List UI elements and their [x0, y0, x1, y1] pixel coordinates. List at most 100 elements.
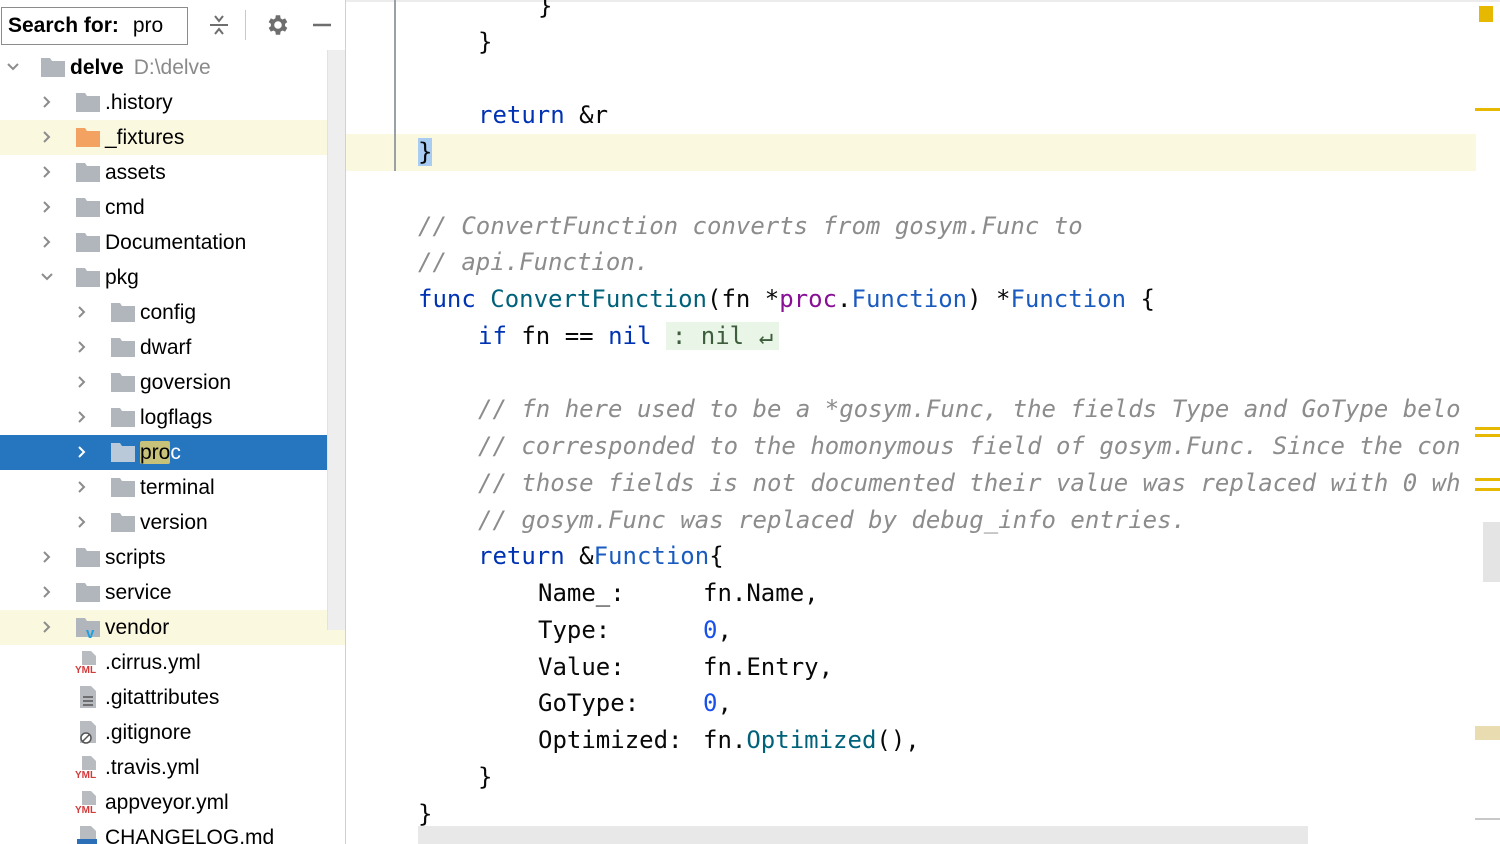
chevron-right-icon[interactable] [75, 515, 89, 529]
tree-folder-item[interactable]: .history [0, 85, 345, 120]
speed-search-popup[interactable]: Search for: pro [1, 7, 188, 45]
chevron-down-icon[interactable] [6, 60, 20, 74]
tree-folder-item[interactable]: proc [0, 435, 345, 470]
chevron-right-icon[interactable] [40, 585, 54, 599]
struct-field-value[interactable]: 0, [703, 612, 732, 648]
struct-field-value[interactable]: 0, [703, 685, 732, 721]
stripe-marker[interactable] [1475, 427, 1500, 430]
warning-indicator-icon[interactable] [1479, 6, 1493, 22]
comment-line[interactable]: // api.Function. [418, 244, 649, 280]
stripe-marker[interactable] [1475, 726, 1500, 740]
struct-field-line[interactable]: Name_: [538, 575, 625, 611]
tree-folder-item[interactable]: terminal [0, 470, 345, 505]
struct-field-value[interactable]: fn.Name, [703, 575, 819, 611]
comment-line[interactable]: // gosym.Func was replaced by debug_info… [478, 502, 1186, 538]
folder-icon [75, 160, 101, 184]
folder-icon [75, 265, 101, 289]
code-line[interactable]: if fn == nil : nil ↵ [478, 318, 780, 354]
yaml-file-icon: YML [75, 650, 101, 676]
tree-folder-item[interactable]: service [0, 575, 345, 610]
code-line[interactable]: return &Function{ [478, 538, 724, 574]
struct-field-value[interactable]: fn.Optimized(), [703, 722, 920, 758]
struct-field-line[interactable]: Optimized: [538, 722, 683, 758]
chevron-right-icon[interactable] [40, 200, 54, 214]
code-line[interactable]: } [478, 24, 492, 60]
fold-guide [394, 0, 396, 171]
struct-field-line[interactable]: Value: [538, 649, 625, 685]
code-line[interactable]: } [478, 759, 492, 795]
chevron-right-icon[interactable] [75, 375, 89, 389]
tree-item-label: proc [140, 440, 181, 465]
folder-icon [75, 545, 101, 569]
func-declaration-line[interactable]: func ConvertFunction(fn *proc.Function) … [418, 281, 1155, 317]
error-stripe[interactable] [1472, 0, 1500, 844]
tree-file-item[interactable]: YML appveyor.yml [0, 785, 345, 820]
folded-inlay-hint[interactable]: : nil ↵ [665, 322, 780, 350]
chevron-right-icon[interactable] [40, 95, 54, 109]
tree-file-item[interactable]: YML .cirrus.yml [0, 645, 345, 680]
comment-line[interactable]: // corresponded to the homonymous field … [478, 428, 1461, 464]
tree-folder-item[interactable]: version [0, 505, 345, 540]
tree-item-label: version [140, 510, 208, 534]
code-line[interactable]: return &r [478, 97, 608, 133]
stripe-marker[interactable] [1475, 818, 1500, 820]
chevron-right-icon[interactable] [40, 165, 54, 179]
tree-folder-item[interactable]: logflags [0, 400, 345, 435]
comment-line[interactable]: // those fields is not documented their … [478, 465, 1461, 501]
chevron-right-icon[interactable] [75, 480, 89, 494]
caret-line-highlight [346, 134, 1476, 171]
chevron-right-icon[interactable] [75, 445, 89, 459]
stripe-marker[interactable] [1475, 478, 1500, 481]
struct-field-value[interactable]: fn.Entry, [703, 649, 833, 685]
minimize-icon[interactable] [307, 10, 337, 40]
chevron-right-icon[interactable] [40, 550, 54, 564]
tree-folder-item[interactable]: pkg [0, 260, 345, 295]
project-tree[interactable]: delve D:\delve .history _fixtures assets cmd D… [0, 50, 345, 844]
chevron-right-icon[interactable] [75, 410, 89, 424]
tree-folder-item[interactable]: cmd [0, 190, 345, 225]
struct-field-line[interactable]: Type: [538, 612, 610, 648]
tree-file-item[interactable]: YML .travis.yml [0, 750, 345, 785]
tree-folder-item[interactable]: config [0, 295, 345, 330]
tree-folder-item[interactable]: goversion [0, 365, 345, 400]
project-tree-scrollbar[interactable] [327, 50, 345, 630]
chevron-right-icon[interactable] [40, 620, 54, 634]
tree-root-item[interactable]: delve D:\delve [0, 50, 345, 85]
project-path: D:\delve [133, 55, 211, 79]
code-line[interactable]: } [418, 134, 433, 170]
tree-folder-item[interactable]: Documentation [0, 225, 345, 260]
chevron-right-icon[interactable] [75, 305, 89, 319]
folder-icon [110, 370, 136, 394]
folder-icon [75, 90, 101, 114]
code-editor[interactable]: } } return &r } // ConvertFunction conve… [346, 0, 1500, 844]
tree-file-item[interactable]: CHANGELOG.md [0, 820, 345, 844]
editor-scrollbar-thumb[interactable] [1483, 522, 1500, 582]
stripe-marker[interactable] [1475, 488, 1500, 491]
horizontal-scrollbar[interactable] [418, 826, 1308, 844]
comment-line[interactable]: // ConvertFunction converts from gosym.F… [418, 208, 1083, 244]
comment-line[interactable]: // fn here used to be a *gosym.Func, the… [478, 391, 1461, 427]
chevron-down-icon[interactable] [40, 270, 54, 284]
tree-item-label-rest: c [170, 440, 181, 464]
code-line[interactable]: } [538, 0, 552, 24]
struct-field-line[interactable]: GoType: [538, 685, 639, 721]
tree-folder-item[interactable]: assets [0, 155, 345, 190]
gear-icon[interactable] [262, 10, 292, 40]
tree-item-label: _fixtures [105, 125, 185, 149]
folder-excluded-icon [75, 125, 101, 149]
tree-folder-item[interactable]: v vendor [0, 610, 345, 645]
search-input[interactable]: pro [133, 14, 163, 38]
stripe-marker[interactable] [1475, 434, 1500, 437]
tree-file-item[interactable]: .gitattributes [0, 680, 345, 715]
chevron-right-icon[interactable] [75, 340, 89, 354]
tree-file-item[interactable]: .gitignore [0, 715, 345, 750]
tree-item-label: CHANGELOG.md [105, 825, 275, 844]
tree-folder-item[interactable]: dwarf [0, 330, 345, 365]
tree-folder-item[interactable]: scripts [0, 540, 345, 575]
tree-folder-item[interactable]: _fixtures [0, 120, 345, 155]
chevron-right-icon[interactable] [40, 130, 54, 144]
chevron-right-icon[interactable] [40, 235, 54, 249]
tree-item-label: .cirrus.yml [105, 650, 201, 674]
stripe-marker[interactable] [1475, 108, 1500, 111]
collapse-all-icon[interactable] [204, 10, 234, 40]
